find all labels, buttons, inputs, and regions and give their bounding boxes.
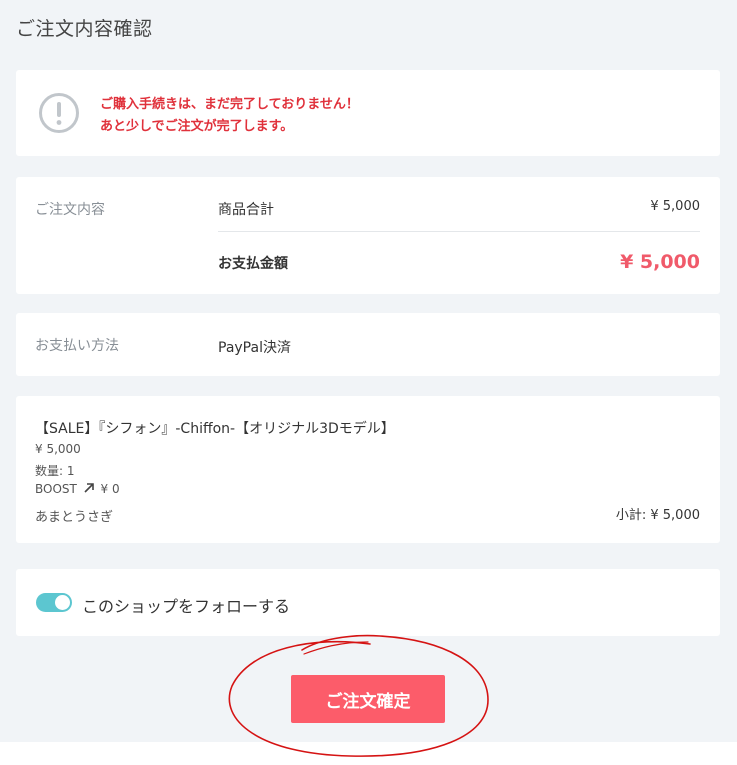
toggle-knob	[55, 595, 70, 610]
line-subtotal: 小計: ¥ 5,000	[615, 508, 700, 523]
warning-message: ご購入手続きは、まだ完了しておりません！ あと少しでご注文が完了します。	[100, 94, 359, 138]
boost-value: ¥ 0	[100, 482, 120, 496]
subtotal-label: 商品合計	[218, 202, 274, 218]
boost-label: BOOST	[35, 482, 77, 496]
arrow-up-right-icon	[84, 483, 94, 493]
follow-toggle[interactable]	[36, 593, 72, 612]
order-summary-card: ご注文内容 商品合計 ¥ 5,000 お支払金額 ¥ 5,000	[16, 177, 720, 294]
follow-card: このショップをフォローする	[16, 569, 720, 636]
warning-line-1: ご購入手続きは、まだ完了しておりません！	[100, 97, 359, 112]
boost-row: BOOST ¥ 0	[35, 482, 120, 496]
total-amount: ¥ 5,000	[620, 251, 700, 273]
warning-card: ご購入手続きは、まだ完了しておりません！ あと少しでご注文が完了します。	[16, 70, 720, 156]
warning-line-2: あと少しでご注文が完了します。	[100, 119, 294, 134]
order-section-label: ご注文内容	[35, 202, 105, 218]
follow-label[interactable]: このショップをフォローする	[82, 593, 290, 617]
exclamation-circle-icon	[39, 93, 79, 133]
order-divider	[218, 231, 700, 232]
confirm-order-button[interactable]: ご注文確定	[291, 675, 445, 723]
payment-section-label: お支払い方法	[35, 338, 119, 354]
shop-name: あまとうさぎ	[35, 510, 114, 525]
product-name: 【SALE】『シフォン』-Chiffon-【オリジナル3Dモデル】	[35, 421, 395, 437]
total-label: お支払金額	[218, 256, 288, 272]
product-price: ¥ 5,000	[35, 442, 81, 456]
payment-method-card: お支払い方法 PayPal決済	[16, 313, 720, 376]
product-card: 【SALE】『シフォン』-Chiffon-【オリジナル3Dモデル】 ¥ 5,00…	[16, 396, 720, 543]
payment-method-value: PayPal決済	[218, 340, 291, 356]
subtotal-value: ¥ 5,000	[650, 199, 700, 214]
page-title: ご注文内容確認	[16, 18, 153, 40]
product-quantity: 数量: 1	[35, 464, 75, 478]
